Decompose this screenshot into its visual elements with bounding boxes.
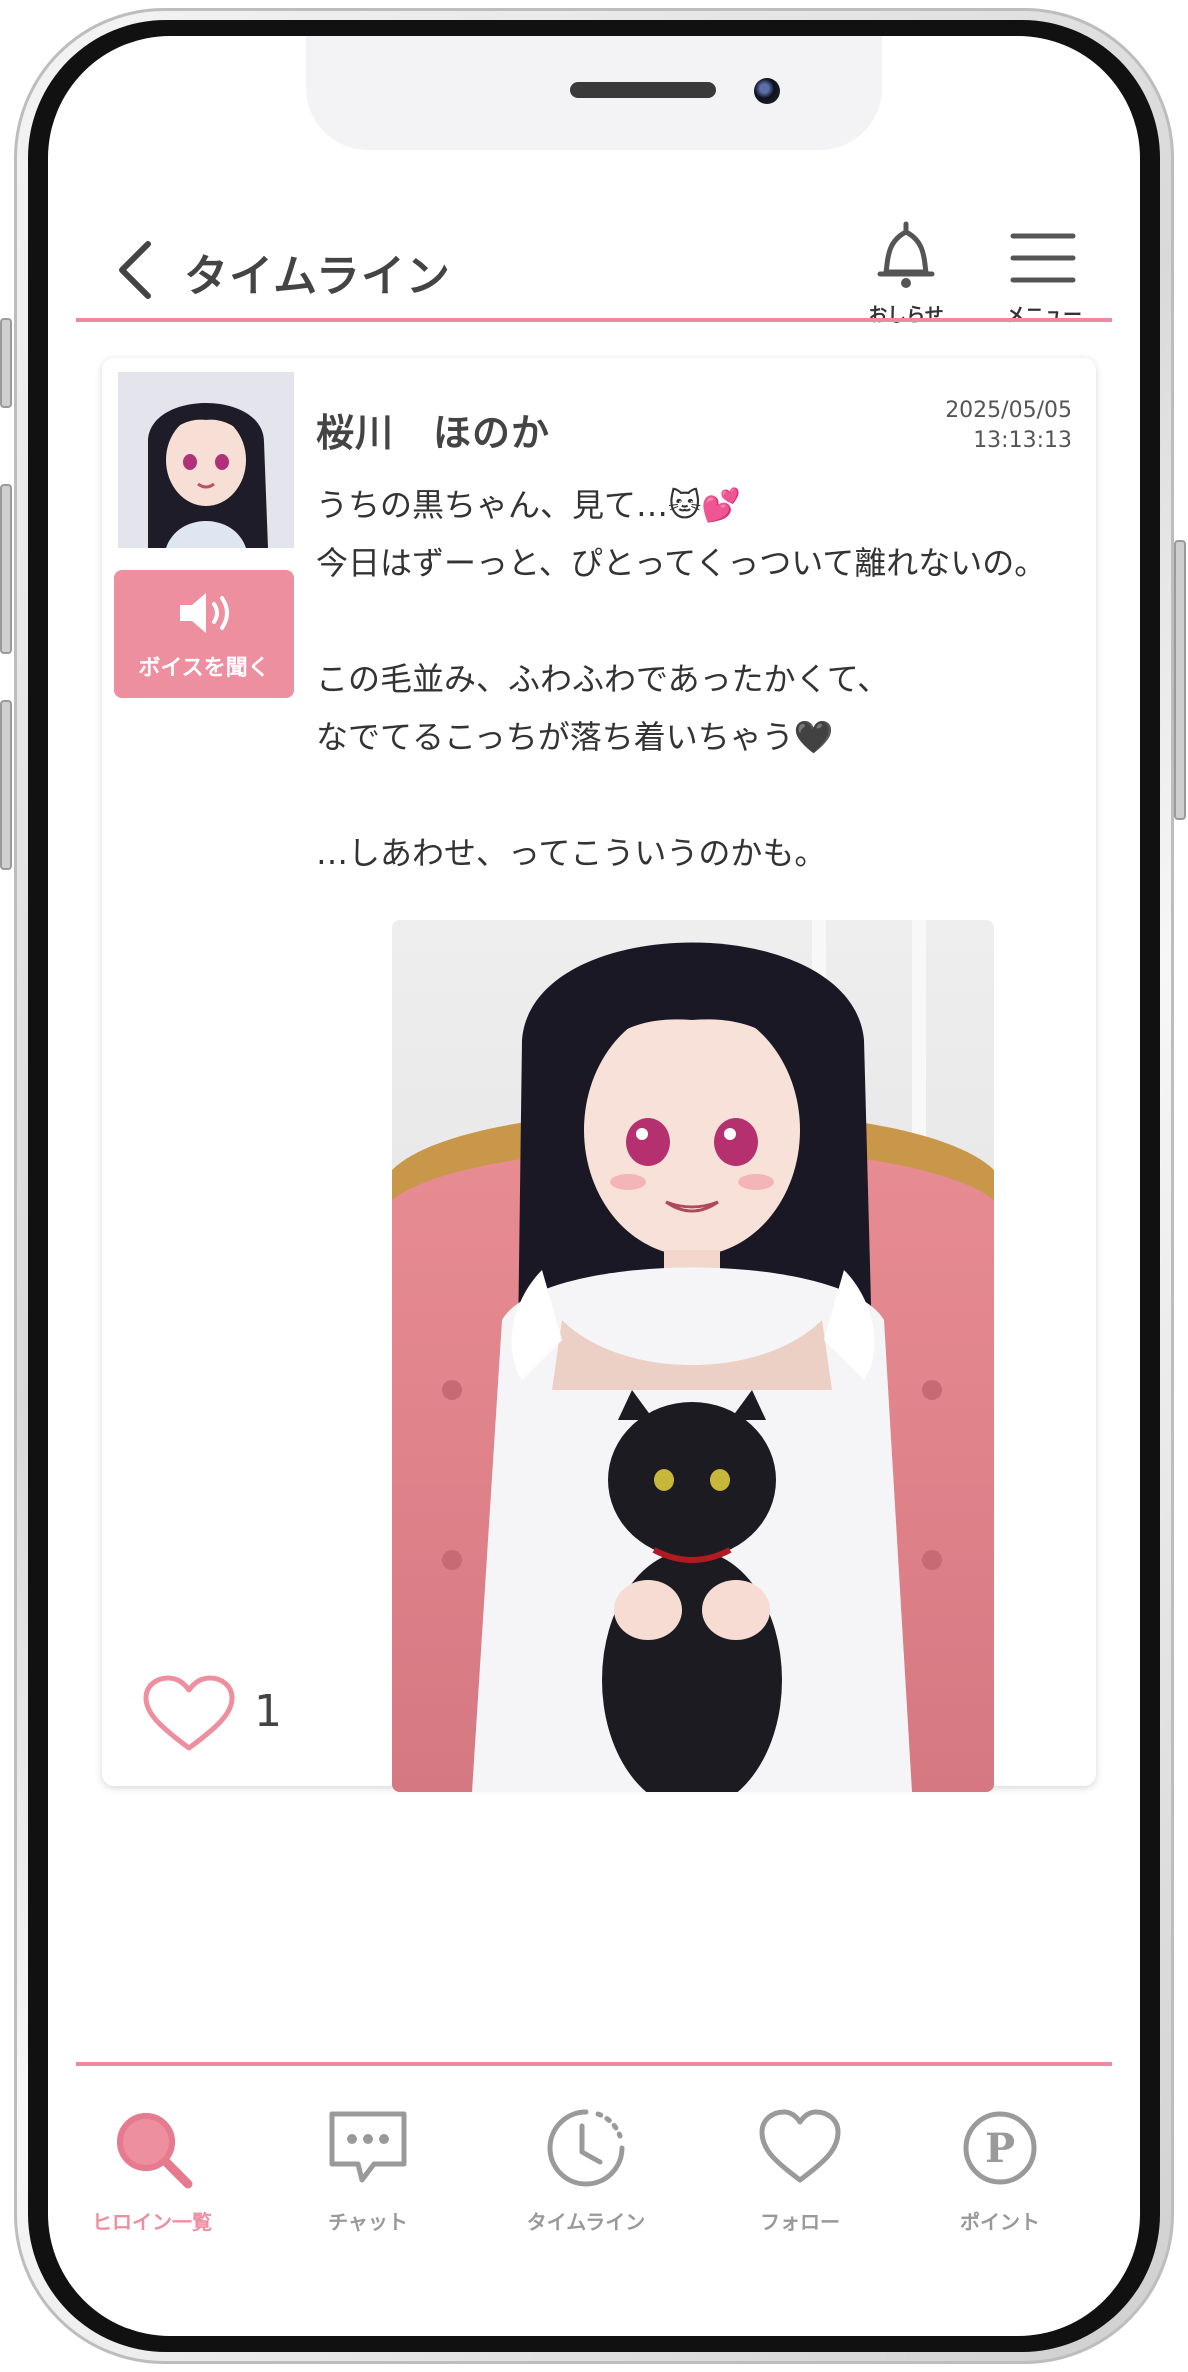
mute-switch bbox=[0, 700, 12, 870]
search-icon bbox=[117, 2113, 193, 2189]
nav-item-heroine-list[interactable]: ヒロイン一覧 bbox=[72, 2106, 232, 2246]
like-count: 1 bbox=[254, 1686, 282, 1737]
heart-icon bbox=[759, 2109, 841, 2183]
nav-divider bbox=[76, 2062, 1112, 2066]
menu-label: メニュー bbox=[1005, 304, 1082, 326]
volume-up-button bbox=[0, 318, 12, 408]
timeline-post-card: ボイスを聞く 桜川 ほのか 2025/05/05 13:13:13 うちの黒ちゃ… bbox=[102, 358, 1096, 1792]
nav-item-points[interactable]: P ポイント bbox=[920, 2106, 1080, 2246]
nav-label-heroine-list: ヒロイン一覧 bbox=[92, 2210, 212, 2234]
hamburger-menu-icon[interactable] bbox=[1010, 230, 1076, 286]
notifications-label: おしらせ bbox=[868, 304, 944, 326]
post-photo[interactable] bbox=[392, 920, 994, 1792]
nav-item-follow[interactable]: フォロー bbox=[720, 2106, 880, 2246]
heart-like-icon[interactable] bbox=[142, 1674, 236, 1754]
nav-item-chat[interactable]: チャット bbox=[288, 2106, 448, 2246]
voice-play-button[interactable]: ボイスを聞く bbox=[114, 570, 294, 698]
nav-label-points: ポイント bbox=[960, 2210, 1040, 2234]
post-date: 2025/05/05 bbox=[945, 398, 1072, 423]
clock-icon bbox=[547, 2109, 625, 2187]
nav-label-chat: チャット bbox=[328, 2210, 408, 2234]
svg-text:P: P bbox=[985, 2125, 1015, 2172]
page-title: タイムライン bbox=[184, 251, 451, 302]
earpiece bbox=[570, 82, 716, 98]
chat-icon bbox=[329, 2111, 407, 2183]
author-name: 桜川 ほのか bbox=[316, 411, 551, 455]
bell-icon[interactable] bbox=[874, 220, 938, 292]
header-divider bbox=[76, 318, 1112, 322]
voice-button-label: ボイスを聞く bbox=[138, 656, 270, 681]
app-header: タイムライン おしらせ メニュー bbox=[48, 186, 1140, 326]
post-body-text: うちの黒ちゃん、見て…🐱💕 今日はずーっと、ぴとってくっついて離れないの。 この… bbox=[316, 486, 1047, 872]
speaker-icon bbox=[180, 593, 229, 633]
avatar[interactable] bbox=[118, 372, 294, 548]
post-time: 13:13:13 bbox=[973, 428, 1072, 453]
nav-label-timeline: タイムライン bbox=[526, 2210, 646, 2234]
screen: タイムライン おしらせ メニュー ボイスを聞く 桜川 ほのか 2025/05/0… bbox=[48, 36, 1140, 2336]
notch bbox=[306, 36, 882, 150]
power-button bbox=[1174, 540, 1186, 820]
nav-label-follow: フォロー bbox=[760, 2210, 840, 2234]
volume-down-button bbox=[0, 484, 12, 654]
back-arrow-icon[interactable] bbox=[114, 240, 154, 300]
nav-item-timeline[interactable]: タイムライン bbox=[506, 2106, 666, 2246]
point-icon: P bbox=[963, 2111, 1037, 2185]
front-camera bbox=[754, 78, 780, 104]
